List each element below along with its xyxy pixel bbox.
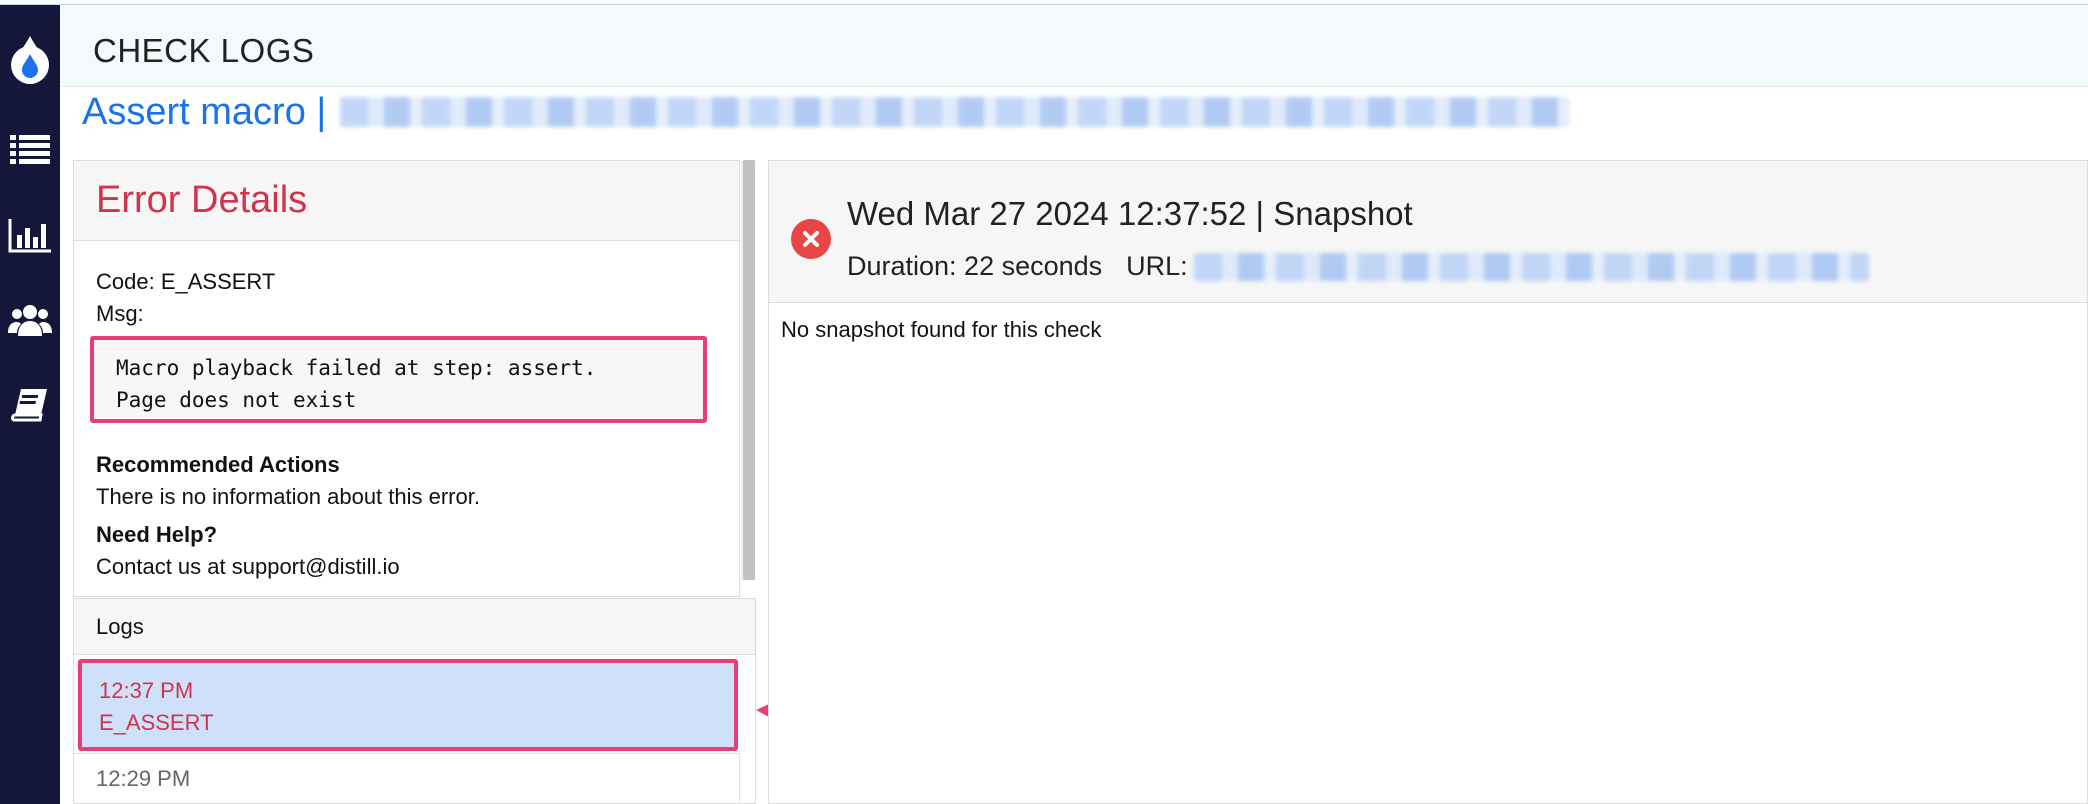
close-icon bbox=[803, 231, 819, 247]
error-msg-label: Msg: bbox=[96, 301, 144, 326]
log-item-selected[interactable]: 12:37 PM E_ASSERT bbox=[78, 659, 738, 751]
recommended-actions-text: There is no information about this error… bbox=[96, 484, 480, 509]
sidebar-item-docs[interactable] bbox=[0, 380, 60, 430]
logs-panel: Logs 12:37 PM E_ASSERT 12:29 PM bbox=[73, 598, 756, 804]
error-message-box: Macro playback failed at step: assert. P… bbox=[90, 336, 707, 423]
logs-title: Logs bbox=[96, 613, 144, 639]
error-code: Code: E_ASSERT bbox=[96, 269, 276, 294]
need-help-heading: Need Help? bbox=[96, 522, 218, 547]
monitor-name-prefix: Assert macro | bbox=[82, 90, 327, 133]
snapshot-meta: Duration: 22 seconds URL: bbox=[847, 251, 1869, 282]
snapshot-panel: Wed Mar 27 2024 12:37:52 | Snapshot Dura… bbox=[768, 160, 2088, 804]
error-details-title: Error Details bbox=[96, 179, 308, 221]
error-message-line-2: Page does not exist bbox=[116, 388, 357, 412]
sidebar-item-reports[interactable] bbox=[0, 210, 60, 260]
monitor-subtitle: Assert macro | bbox=[82, 90, 1571, 134]
error-message-line-1: Macro playback failed at step: assert. bbox=[116, 356, 597, 380]
log-item-code: E_ASSERT bbox=[99, 710, 214, 735]
error-details-panel: Error Details Code: E_ASSERT Msg: Macro … bbox=[73, 160, 740, 597]
error-status-icon bbox=[791, 219, 831, 259]
contact-support-text: Contact us at support@distill.io bbox=[96, 554, 400, 579]
list-icon bbox=[10, 135, 50, 164]
page-header: CHECK LOGS bbox=[60, 5, 2088, 87]
error-panel-scrollbar-thumb[interactable] bbox=[743, 160, 755, 580]
bar-chart-icon bbox=[8, 219, 51, 253]
snapshot-duration: Duration: 22 seconds bbox=[847, 251, 1103, 281]
page-title: CHECK LOGS bbox=[93, 32, 315, 69]
book-icon bbox=[11, 389, 47, 422]
sidebar-item-users[interactable] bbox=[0, 295, 60, 345]
app-logo[interactable] bbox=[0, 35, 60, 85]
error-details-header: Error Details bbox=[74, 161, 739, 241]
redacted-monitor-name bbox=[340, 97, 1571, 127]
error-details-body: Code: E_ASSERT Msg: Macro playback faile… bbox=[74, 241, 739, 583]
log-item-time: 12:29 PM bbox=[96, 766, 191, 791]
recommended-actions-heading: Recommended Actions bbox=[96, 452, 340, 477]
snapshot-title: Wed Mar 27 2024 12:37:52 | Snapshot bbox=[847, 195, 1413, 232]
redacted-snapshot-url[interactable] bbox=[1193, 252, 1869, 281]
snapshot-header: Wed Mar 27 2024 12:37:52 | Snapshot Dura… bbox=[769, 161, 2087, 303]
log-item[interactable]: 12:29 PM bbox=[74, 753, 740, 804]
log-item-time: 12:37 PM bbox=[99, 678, 194, 703]
users-icon bbox=[8, 305, 52, 336]
sidebar bbox=[0, 5, 60, 804]
drop-icon bbox=[11, 36, 49, 84]
logs-header: Logs bbox=[74, 599, 755, 655]
no-snapshot-message: No snapshot found for this check bbox=[781, 317, 1102, 342]
sidebar-item-list[interactable] bbox=[0, 125, 60, 175]
snapshot-url-label: URL: bbox=[1126, 251, 1188, 281]
